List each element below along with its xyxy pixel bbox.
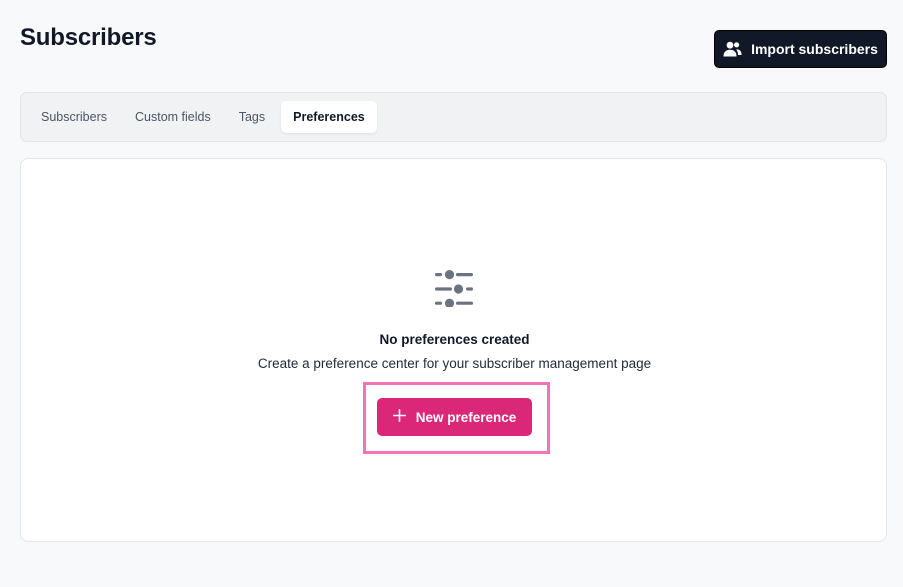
empty-state-description: Create a preference center for your subs… xyxy=(257,356,652,371)
import-subscribers-button[interactable]: Import subscribers xyxy=(714,30,887,68)
empty-state-panel: No preferences created Create a preferen… xyxy=(20,158,887,542)
tab-preferences[interactable]: Preferences xyxy=(281,101,377,133)
tab-tags[interactable]: Tags xyxy=(227,101,277,133)
new-preference-label: New preference xyxy=(415,409,517,425)
sliders-icon xyxy=(434,267,474,312)
import-subscribers-label: Import subscribers xyxy=(751,41,878,57)
tab-subscribers[interactable]: Subscribers xyxy=(29,101,119,133)
users-icon xyxy=(723,41,742,57)
empty-state-title: No preferences created xyxy=(379,332,530,347)
page-title: Subscribers xyxy=(20,24,157,51)
tab-custom-fields[interactable]: Custom fields xyxy=(123,101,223,133)
new-preference-button[interactable]: New preference xyxy=(377,398,532,436)
tabs-bar: Subscribers Custom fields Tags Preferenc… xyxy=(20,92,887,142)
plus-icon xyxy=(392,409,406,425)
